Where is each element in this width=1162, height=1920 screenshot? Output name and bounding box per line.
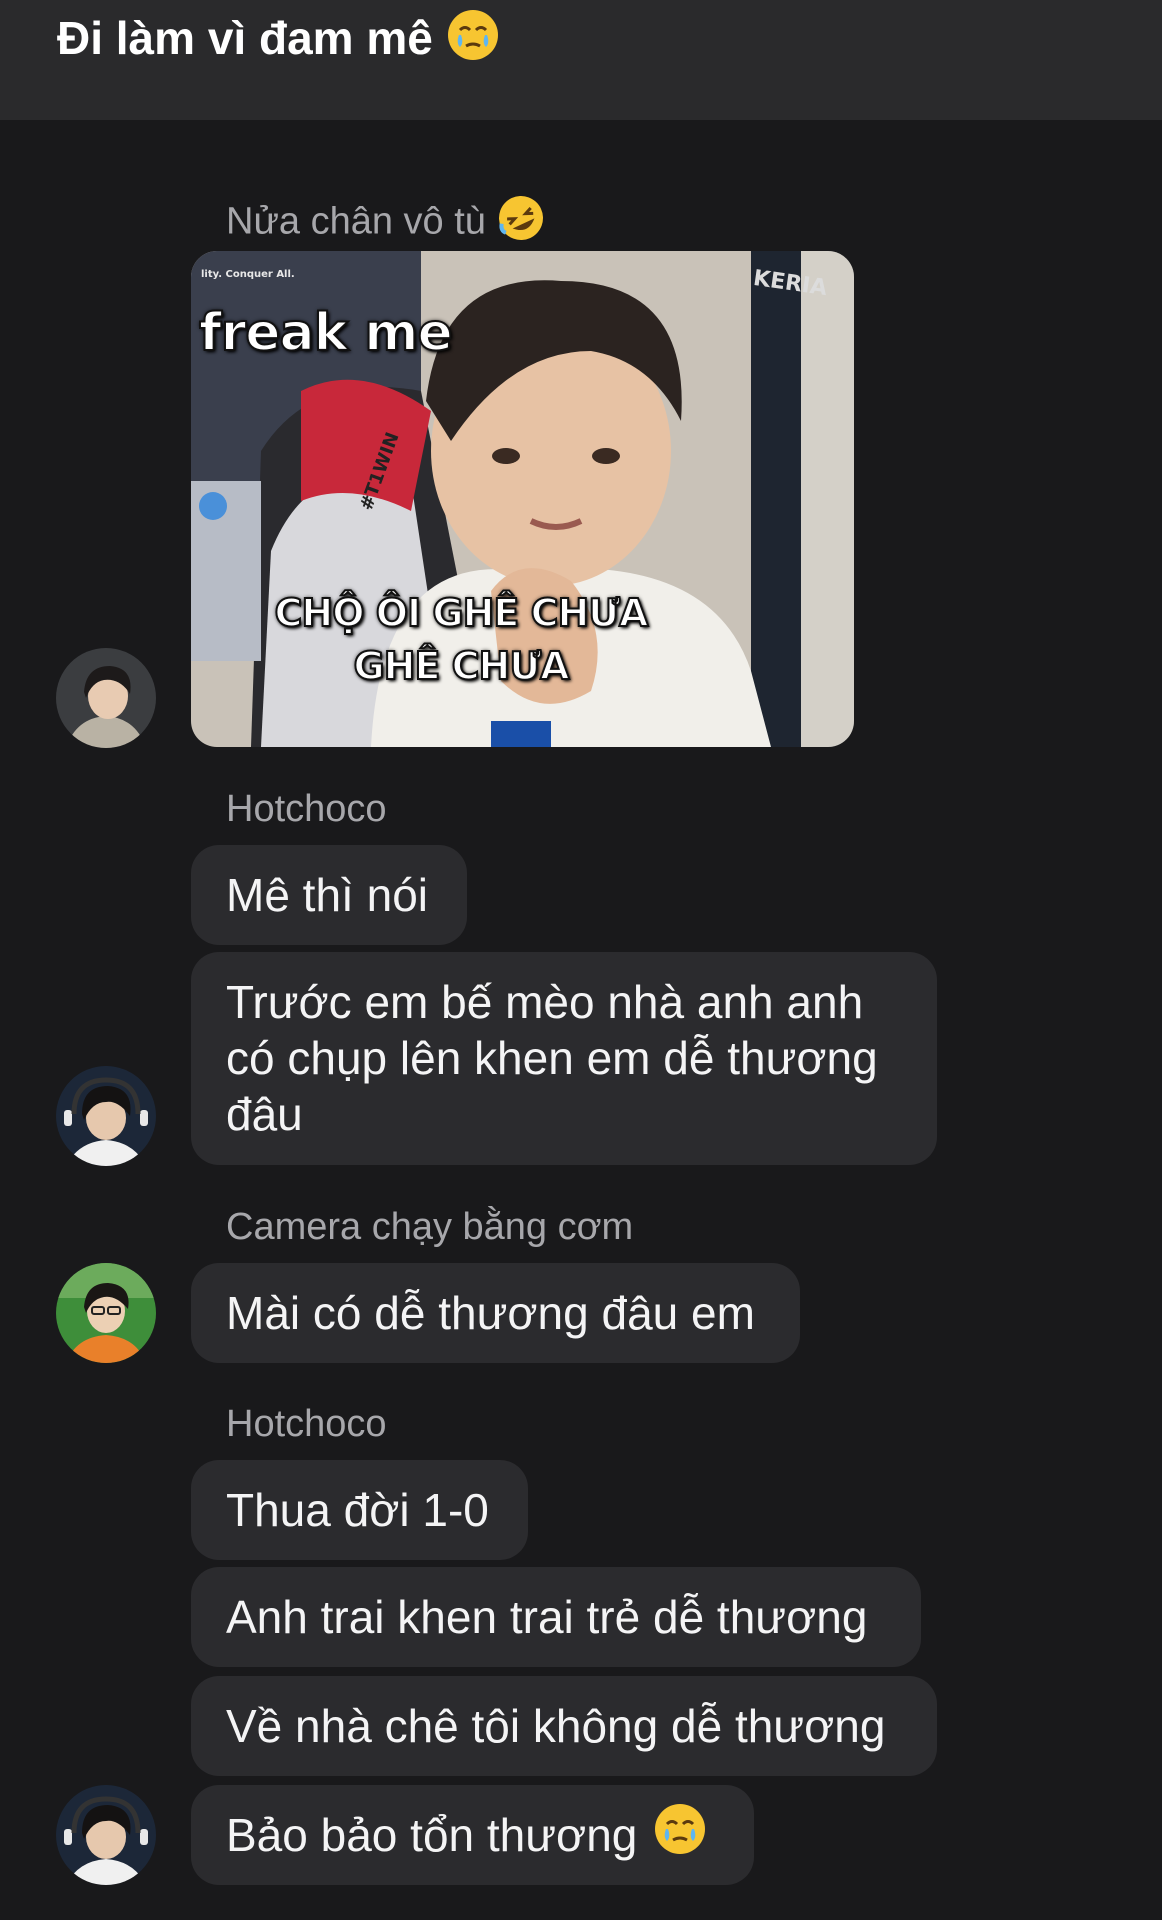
message-bubble[interactable]: Về nhà chê tôi không dễ thương: [191, 1676, 937, 1776]
message-bubble[interactable]: Thua đời 1-0: [191, 1460, 528, 1560]
sender-name: Nửa chân vô tù: [226, 193, 546, 254]
rolling-on-floor-laughing-icon: [496, 193, 546, 254]
message-bubble[interactable]: Mê thì nói: [191, 845, 467, 945]
sender-name: Hotchoco: [226, 1403, 387, 1445]
message-bubble[interactable]: Mài có dễ thương đâu em: [191, 1263, 800, 1363]
face-holding-back-tears-icon: [653, 1802, 707, 1868]
face-holding-back-tears-icon: [446, 8, 500, 76]
chat-header: Đi làm vì đam mê: [0, 0, 1162, 120]
avatar[interactable]: [56, 648, 156, 748]
avatar[interactable]: [56, 1066, 156, 1166]
sender-name: Hotchoco: [226, 788, 387, 830]
meme-image[interactable]: lity. Conquer All. freak me KERIA #T1WIN…: [191, 251, 854, 747]
message-bubble[interactable]: Anh trai khen trai trẻ dễ thương: [191, 1567, 921, 1667]
avatar[interactable]: [56, 1785, 156, 1885]
message-bubble[interactable]: Bảo bảo tổn thương: [191, 1785, 754, 1885]
message-bubble[interactable]: Trước em bế mèo nhà anh anh có chụp lên …: [191, 952, 937, 1165]
avatar[interactable]: [56, 1263, 156, 1363]
chat-title[interactable]: Đi làm vì đam mê: [57, 8, 500, 76]
sender-name: Camera chạy bằng cơm: [226, 1206, 634, 1248]
